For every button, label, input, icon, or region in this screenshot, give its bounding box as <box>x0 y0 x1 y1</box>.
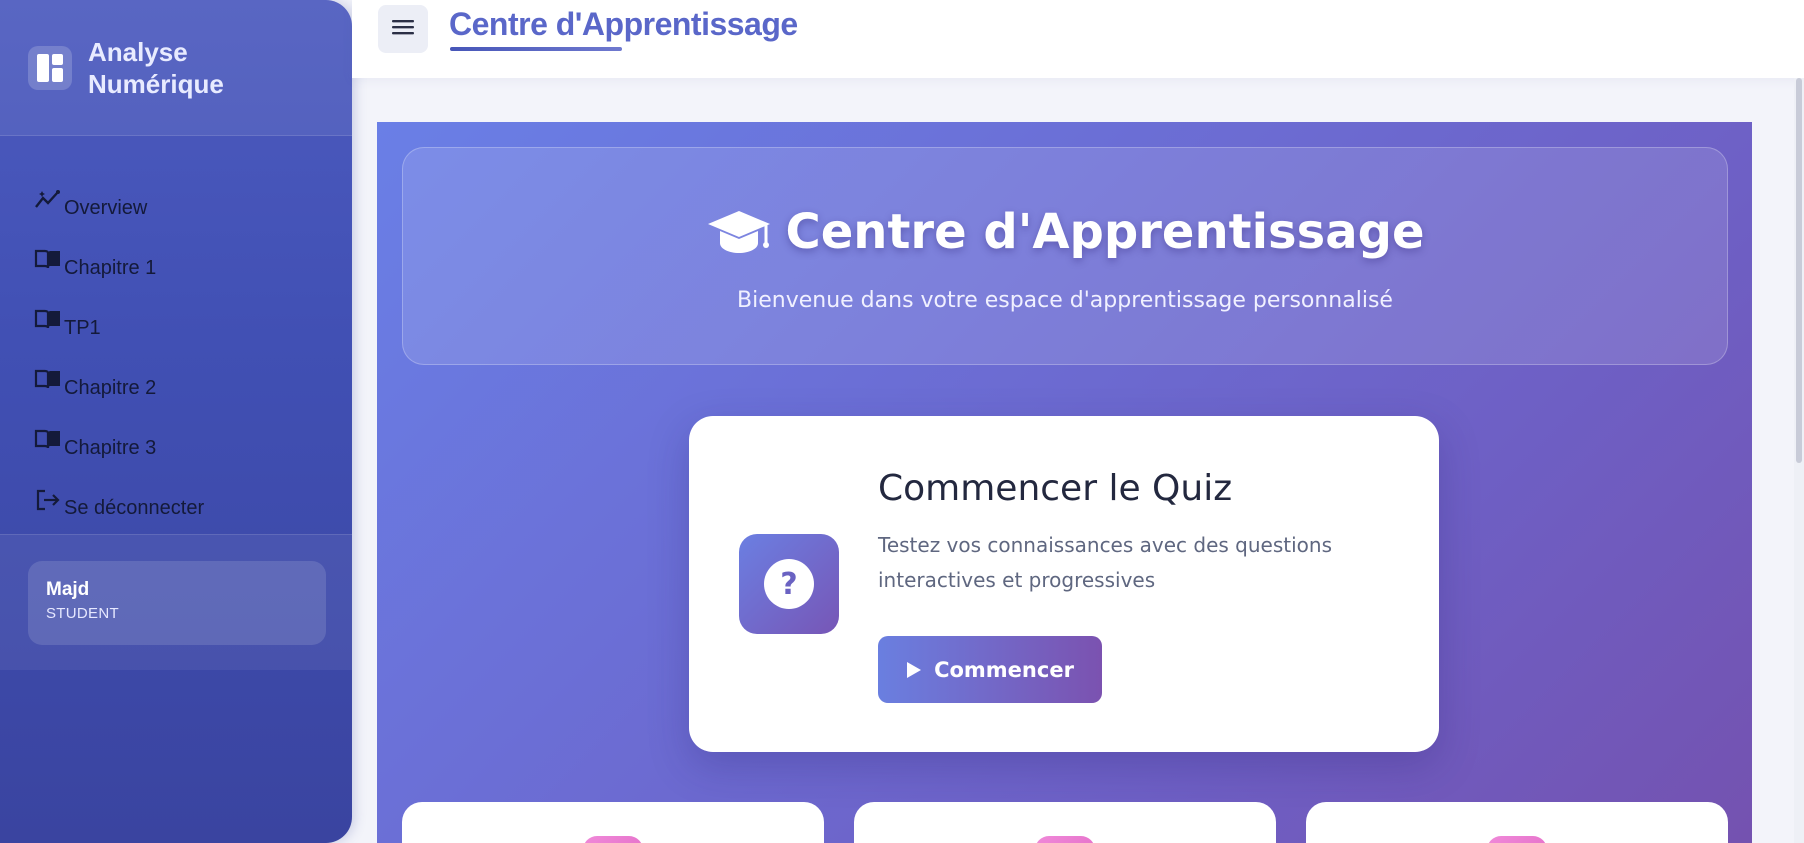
title-underline <box>450 47 622 51</box>
dashboard-logo-icon <box>28 45 72 90</box>
sidebar-item-label: Overview <box>64 197 148 219</box>
sidebar-item-logout[interactable]: Se déconnecter <box>0 464 352 524</box>
feature-card-1[interactable] <box>402 802 824 843</box>
sidebar-item-label: Chapitre 2 <box>64 377 157 399</box>
hero-subtitle: Bienvenue dans votre espace d'apprentiss… <box>737 288 1393 313</box>
user-name: Majd <box>46 579 90 600</box>
brand-name: Analyse Numérique <box>88 36 224 100</box>
page-title: Centre d'Apprentissage <box>449 6 798 42</box>
logout-icon <box>34 488 64 516</box>
quiz-icon: ? <box>739 534 839 634</box>
main-content: Centre d'Apprentissage Bienvenue dans vo… <box>377 122 1752 843</box>
book-open-icon <box>34 428 64 456</box>
quiz-title: Commencer le Quiz <box>878 468 1233 509</box>
sidebar-item-chapitre-1[interactable]: Chapitre 1 <box>0 224 352 284</box>
sidebar-item-label: Chapitre 3 <box>64 437 157 459</box>
feature-card-icon <box>583 836 643 843</box>
user-role: STUDENT <box>46 605 119 622</box>
user-card[interactable]: Majd STUDENT <box>28 561 326 645</box>
quiz-card: ? Commencer le Quiz Testez vos connaissa… <box>689 416 1439 752</box>
feature-card-icon <box>1487 836 1547 843</box>
feature-card-icon <box>1035 836 1095 843</box>
sidebar-item-chapitre-3[interactable]: Chapitre 3 <box>0 404 352 464</box>
sidebar: Analyse Numérique Overview Chapitre 1 TP… <box>0 0 352 843</box>
hero-title-text: Centre d'Apprentissage <box>785 204 1425 260</box>
play-icon <box>906 661 922 679</box>
hero-banner: Centre d'Apprentissage Bienvenue dans vo… <box>402 147 1728 365</box>
sidebar-item-chapitre-2[interactable]: Chapitre 2 <box>0 344 352 404</box>
brand-name-line2: Numérique <box>88 68 224 99</box>
sidebar-item-label: TP1 <box>64 317 101 339</box>
brand[interactable]: Analyse Numérique <box>0 0 352 136</box>
sidebar-item-label: Chapitre 1 <box>64 257 157 279</box>
user-area: Majd STUDENT <box>0 534 352 670</box>
book-open-icon <box>34 308 64 336</box>
quiz-description: Testez vos connaissances avec des questi… <box>878 533 1332 592</box>
feature-card-2[interactable] <box>854 802 1276 843</box>
feature-card-3[interactable] <box>1306 802 1728 843</box>
graduation-cap-icon <box>706 207 772 257</box>
sidebar-item-tp1[interactable]: TP1 <box>0 284 352 344</box>
scrollbar[interactable] <box>1794 78 1804 843</box>
sidebar-item-overview[interactable]: Overview <box>0 164 352 224</box>
start-quiz-label: Commencer <box>934 657 1074 682</box>
topbar: Centre d'Apprentissage <box>352 0 1804 78</box>
book-open-icon <box>34 248 64 276</box>
hamburger-menu-icon <box>391 18 415 41</box>
sidebar-nav: Overview Chapitre 1 TP1 Chapitre 2 Chapi… <box>0 136 352 524</box>
scrollbar-thumb[interactable] <box>1796 78 1802 463</box>
sidebar-item-label: Se déconnecter <box>64 497 205 519</box>
menu-toggle-button[interactable] <box>378 5 428 53</box>
start-quiz-button[interactable]: Commencer <box>878 636 1102 703</box>
question-mark-icon: ? <box>764 559 814 609</box>
chart-line-icon <box>34 188 64 216</box>
brand-name-line1: Analyse <box>88 36 188 67</box>
hero-title: Centre d'Apprentissage <box>403 204 1727 260</box>
book-open-icon <box>34 368 64 396</box>
